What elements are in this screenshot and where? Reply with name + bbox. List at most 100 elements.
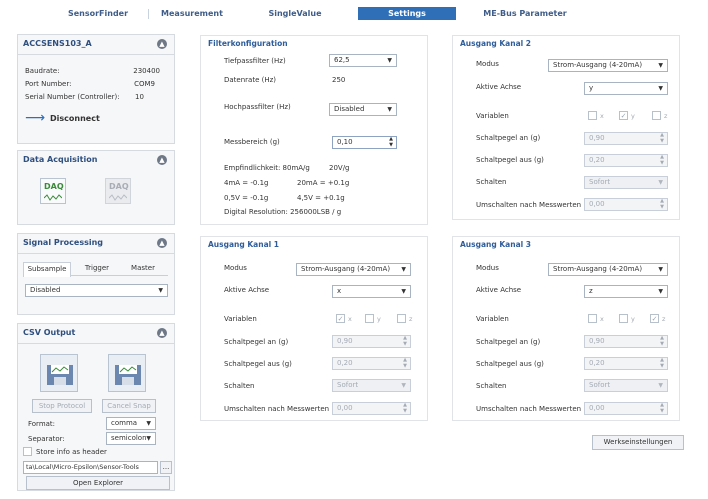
kanal3-schalten-select[interactable]: Sofort ▼ — [584, 379, 668, 392]
kanal1-z-label: z — [409, 315, 413, 323]
kanal2-an-spinner[interactable]: 0,90 ▲ ▼ — [584, 132, 668, 145]
chevron-down-icon: ▼ — [401, 288, 406, 295]
kanal3-aus-spinner[interactable]: 0,20 ▲ ▼ — [584, 357, 668, 370]
open-explorer-button[interactable]: Open Explorer — [26, 476, 170, 490]
chevron-down-icon: ▼ — [146, 420, 151, 427]
spin-arrows-icon[interactable]: ▲ ▼ — [389, 136, 393, 148]
format-label: Format: — [28, 420, 56, 428]
kanal3-modus-select[interactable]: Strom-Ausgang (4-20mA) ▼ — [548, 263, 668, 276]
daq-start-icon[interactable]: DAQ — [40, 178, 66, 204]
kanal3-z-checkbox[interactable]: ✓ — [650, 314, 659, 323]
spin-arrows-icon: ▲ ▼ — [660, 357, 664, 369]
collapse-icon[interactable]: ▲ — [157, 155, 167, 165]
kanal1-achse-select[interactable]: x ▼ — [332, 285, 411, 298]
kanal1-umschalten-spinner[interactable]: 0,00 ▲ ▼ — [332, 402, 411, 415]
kanal1-modus-label: Modus — [224, 264, 247, 272]
kanal2-schalten-value: Sofort — [589, 178, 611, 186]
kanal3-an-value: 0,90 — [589, 337, 605, 345]
kanal1-x-checkbox[interactable]: ✓ — [336, 314, 345, 323]
subsample-select-value: Disabled — [30, 286, 61, 294]
collapse-icon[interactable]: ▲ — [157, 328, 167, 338]
kanal2-modus-select[interactable]: Strom-Ausgang (4-20mA) ▼ — [548, 59, 668, 72]
format-select-value: comma — [111, 419, 138, 427]
kanal1-aus-spinner[interactable]: 0,20 ▲ ▼ — [332, 357, 411, 370]
subsample-select[interactable]: Disabled ▼ — [25, 284, 168, 297]
kanal3-an-spinner[interactable]: 0,90 ▲ ▼ — [584, 335, 668, 348]
kanal3-aus-value: 0,20 — [589, 359, 605, 367]
kanal1-schalten-select[interactable]: Sofort ▼ — [332, 379, 411, 392]
csv-output-title: CSV Output — [23, 328, 76, 337]
kanal3-y-checkbox[interactable] — [619, 314, 628, 323]
factory-reset-button[interactable]: Werkseinstellungen — [592, 435, 684, 450]
kanal2-z-checkbox[interactable] — [652, 111, 661, 120]
stop-protocol-icon[interactable] — [40, 354, 78, 392]
kanal3-achse-select[interactable]: z ▼ — [584, 285, 668, 298]
tiefpass-label: Tiefpassfilter (Hz) — [224, 57, 286, 65]
kanal2-z-label: z — [664, 112, 668, 120]
collapse-icon[interactable]: ▲ — [157, 39, 167, 49]
kanal2-y-checkbox[interactable]: ✓ — [619, 111, 628, 120]
tiefpass-select[interactable]: 62,5 ▼ — [329, 54, 397, 67]
disconnect-button[interactable]: Disconnect — [50, 114, 100, 123]
subtab-subsample[interactable]: Subsample — [23, 262, 71, 277]
tiefpass-select-value: 62,5 — [334, 56, 350, 64]
kanal1-modus-select[interactable]: Strom-Ausgang (4-20mA) ▼ — [296, 263, 411, 276]
kanal2-umschalten-spinner[interactable]: 0,00 ▲ ▼ — [584, 198, 668, 211]
chevron-down-icon: ▼ — [658, 85, 663, 92]
messbereich-spinner[interactable]: 0,10 ▲ ▼ — [332, 136, 397, 149]
tab-settings[interactable]: Settings — [358, 7, 456, 20]
kanal1-group: Ausgang Kanal 1 Modus Strom-Ausgang (4-2… — [200, 236, 428, 421]
chevron-down-icon: ▼ — [658, 382, 663, 389]
kanal3-umschalten-spinner[interactable]: 0,00 ▲ ▼ — [584, 402, 668, 415]
hochpass-label: Hochpassfilter (Hz) — [224, 103, 291, 111]
cancel-snap-button[interactable]: Cancel Snap — [102, 399, 156, 413]
chevron-down-icon: ▼ — [658, 288, 663, 295]
kanal1-aus-label: Schaltpegel aus (g) — [224, 360, 292, 368]
collapse-icon[interactable]: ▲ — [157, 238, 167, 248]
tab-singlevalue[interactable]: SingleValue — [250, 7, 340, 20]
kanal1-y-label: y — [377, 315, 381, 323]
datenrate-label: Datenrate (Hz) — [224, 76, 277, 84]
kanal2-x-checkbox[interactable] — [588, 111, 597, 120]
kanal3-achse-value: z — [589, 287, 593, 295]
format-select[interactable]: comma ▼ — [106, 417, 156, 430]
divider — [18, 343, 174, 344]
browse-button[interactable]: ... — [160, 461, 172, 474]
kanal1-z-checkbox[interactable] — [397, 314, 406, 323]
hochpass-select[interactable]: Disabled ▼ — [329, 103, 397, 116]
output-path-input[interactable]: ta\Local\Micro-Epsilon\Sensor-Tools — [23, 461, 158, 474]
kanal2-group: Ausgang Kanal 2 Modus Strom-Ausgang (4-2… — [452, 35, 680, 220]
kanal2-achse-select[interactable]: y ▼ — [584, 82, 668, 95]
stop-protocol-button[interactable]: Stop Protocol — [32, 399, 92, 413]
separator-select[interactable]: semicolon ▼ — [106, 432, 156, 445]
daq-stop-icon[interactable]: DAQ — [105, 178, 131, 204]
kanal1-achse-label: Aktive Achse — [224, 286, 270, 294]
tab-me-bus-parameter[interactable]: ME-Bus Parameter — [470, 7, 580, 20]
kanal3-schalten-value: Sofort — [589, 381, 611, 389]
kanal2-schalten-select[interactable]: Sofort ▼ — [584, 176, 668, 189]
subtab-trigger[interactable]: Trigger — [79, 262, 115, 276]
arrow-right-icon[interactable]: ⟶ — [25, 110, 45, 126]
kanal1-achse-value: x — [337, 287, 342, 295]
kanal3-variablen-label: Variablen — [476, 315, 509, 323]
kanal1-title: Ausgang Kanal 1 — [208, 240, 280, 249]
kanal2-aus-spinner[interactable]: 0,20 ▲ ▼ — [584, 154, 668, 167]
separator-label: Separator: — [28, 435, 65, 443]
port-value: COM9 — [134, 80, 155, 88]
chevron-down-icon: ▼ — [658, 266, 663, 273]
tab-sensorfinder[interactable]: SensorFinder — [58, 7, 138, 20]
store-header-checkbox[interactable] — [23, 447, 32, 456]
kanal2-achse-label: Aktive Achse — [476, 83, 522, 91]
spin-arrows-icon: ▲ ▼ — [403, 335, 407, 347]
wave-icon — [44, 194, 62, 201]
kanal2-aus-value: 0,20 — [589, 156, 605, 164]
sensitivity-label: Empfindlichkeit: 80mA/g — [224, 164, 310, 172]
tab-measurement[interactable]: Measurement — [152, 7, 232, 20]
subtab-master[interactable]: Master — [123, 262, 163, 276]
cancel-snap-icon[interactable] — [108, 354, 146, 392]
kanal3-modus-label: Modus — [476, 264, 499, 272]
kanal3-x-checkbox[interactable] — [588, 314, 597, 323]
kanal1-an-spinner[interactable]: 0,90 ▲ ▼ — [332, 335, 411, 348]
kanal1-y-checkbox[interactable] — [365, 314, 374, 323]
divider — [18, 253, 174, 254]
